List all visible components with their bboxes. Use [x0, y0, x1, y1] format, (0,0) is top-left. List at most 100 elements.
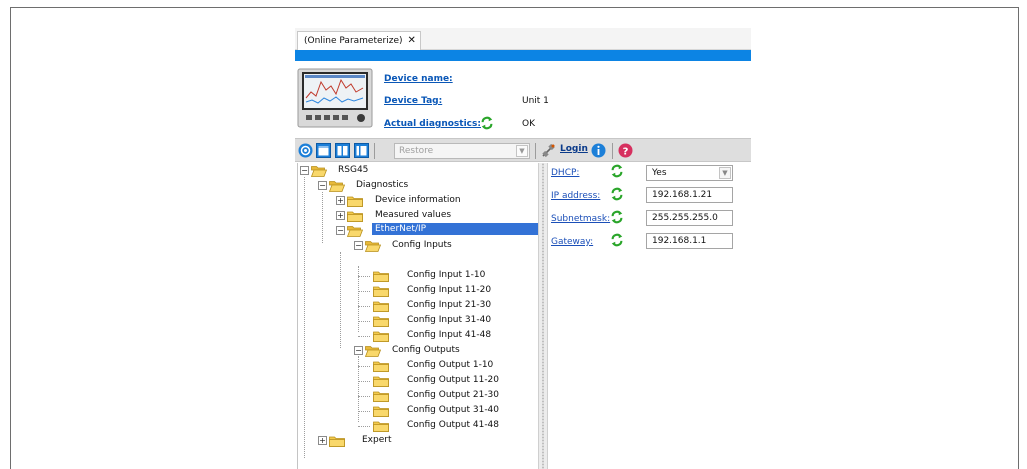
folder-open-icon: [347, 225, 363, 237]
tree-node-label: Expert: [362, 435, 392, 445]
tree-node-label: Config Input 41-48: [407, 330, 492, 340]
home-icon[interactable]: [298, 143, 313, 158]
tree-node-config-output[interactable]: Config Output 1-10: [298, 359, 538, 373]
subnetmask-value: 255.255.255.0: [652, 213, 718, 223]
folder-icon: [347, 210, 363, 222]
expand-icon[interactable]: +: [318, 436, 327, 445]
folder-icon: [373, 420, 389, 432]
help-icon[interactable]: ?: [618, 143, 633, 158]
collapse-icon[interactable]: −: [318, 181, 327, 190]
view-split-icon[interactable]: [335, 143, 350, 158]
login-link[interactable]: Login: [560, 144, 588, 154]
gateway-label[interactable]: Gateway:: [551, 237, 593, 247]
tree-node-label: Device information: [375, 195, 461, 205]
folder-icon: [373, 405, 389, 417]
ip-address-label[interactable]: IP address:: [551, 191, 600, 201]
refresh-icon[interactable]: [610, 210, 624, 224]
tree-node-config-input[interactable]: Config Input 31-40: [298, 314, 538, 328]
tree-node-config-input[interactable]: Config Input 11-20: [298, 284, 538, 298]
connect-icon[interactable]: [541, 143, 556, 158]
chevron-down-icon[interactable]: ▼: [719, 167, 731, 179]
expand-icon[interactable]: +: [336, 211, 345, 220]
diagnostics-status: OK: [522, 119, 535, 129]
tree-node-label: Config Inputs: [392, 240, 452, 250]
device-tag-value: Unit 1: [522, 96, 549, 106]
dhcp-label[interactable]: DHCP:: [551, 168, 579, 178]
folder-open-icon: [329, 180, 345, 192]
ip-address-value: 192.168.1.21: [652, 190, 713, 200]
view-single-icon[interactable]: [354, 143, 369, 158]
accent-bar: [295, 50, 751, 61]
folder-icon: [373, 390, 389, 402]
tree-node-label: Config Output 41-48: [407, 420, 500, 430]
toolbar-separator: [612, 143, 613, 159]
toolbar: Restore ▼ Login ?: [295, 138, 751, 162]
tree-node-label: Config Output 11-20: [407, 375, 500, 385]
expand-icon[interactable]: +: [336, 196, 345, 205]
gateway-value: 192.168.1.1: [652, 236, 707, 246]
folder-icon: [329, 435, 345, 447]
info-icon[interactable]: [591, 143, 606, 158]
tree-node-config-output[interactable]: Config Output 21-30: [298, 389, 538, 403]
splitter-grip: [542, 163, 544, 469]
tree-node-config-output[interactable]: Config Output 31-40: [298, 404, 538, 418]
restore-dropdown[interactable]: Restore ▼: [394, 143, 530, 159]
tab-strip: (Online Parameterize) ✕: [295, 28, 751, 50]
dhcp-select[interactable]: Yes ▼: [646, 165, 733, 181]
tree-node-label: Config Input 11-20: [407, 285, 492, 295]
folder-icon: [373, 330, 389, 342]
folder-icon: [347, 195, 363, 207]
refresh-icon[interactable]: [610, 187, 624, 201]
device-name-label[interactable]: Device name:: [384, 74, 453, 84]
tree-node-config-output[interactable]: Config Output 11-20: [298, 374, 538, 388]
close-icon[interactable]: ✕: [408, 35, 416, 46]
tab-label: (Online Parameterize): [304, 36, 403, 46]
refresh-icon[interactable]: [480, 116, 494, 130]
folder-open-icon: [365, 345, 381, 357]
tree-node-config-inputs[interactable]: − Config Inputs: [298, 239, 538, 253]
svg-text:?: ?: [623, 146, 629, 157]
tree-node-config-outputs[interactable]: − Config Outputs: [298, 344, 538, 358]
collapse-icon[interactable]: −: [336, 226, 345, 235]
gateway-field[interactable]: 192.168.1.1: [646, 233, 733, 249]
refresh-icon[interactable]: [610, 164, 624, 178]
tree-node-label: Config Output 31-40: [407, 405, 500, 415]
tree-node-rsg45[interactable]: − RSG45: [298, 164, 538, 178]
refresh-icon[interactable]: [610, 233, 624, 247]
folder-icon: [373, 375, 389, 387]
folder-icon: [373, 315, 389, 327]
tab-online-parameterize[interactable]: (Online Parameterize) ✕: [297, 31, 421, 50]
tree-node-label: Config Input 1-10: [407, 270, 486, 280]
navigation-tree: − RSG45 − Diagnostics + Device informati…: [297, 163, 538, 469]
tree-node-label: RSG45: [338, 165, 369, 175]
tree-node-label: EtherNet/IP: [372, 223, 538, 235]
subnetmask-label[interactable]: Subnetmask:: [551, 214, 610, 224]
tree-node-ethernet-ip[interactable]: − EtherNet/IP: [298, 223, 538, 238]
toolbar-separator: [374, 143, 375, 159]
actual-diagnostics-label: Actual diagnostics:: [384, 119, 481, 129]
subnetmask-field[interactable]: 255.255.255.0: [646, 210, 733, 226]
pane-splitter[interactable]: [538, 163, 548, 469]
view-icon[interactable]: [316, 143, 331, 158]
ip-address-field[interactable]: 192.168.1.21: [646, 187, 733, 203]
tree-node-config-input[interactable]: Config Input 1-10: [298, 269, 538, 283]
chevron-down-icon[interactable]: ▼: [516, 145, 528, 157]
device-tag-label[interactable]: Device Tag:: [384, 96, 442, 106]
collapse-icon[interactable]: −: [300, 166, 309, 175]
folder-open-icon: [365, 240, 381, 252]
actual-diagnostics-link[interactable]: Actual diagnostics:: [384, 119, 481, 129]
tree-node-expert[interactable]: + Expert: [298, 434, 538, 448]
collapse-icon[interactable]: −: [354, 346, 363, 355]
tree-node-measured-values[interactable]: + Measured values: [298, 209, 538, 223]
parameterize-window: (Online Parameterize) ✕ Device name: Devi…: [295, 28, 751, 469]
restore-placeholder: Restore: [399, 146, 434, 156]
tree-node-diagnostics[interactable]: − Diagnostics: [298, 179, 538, 193]
tree-node-label: Config Input 31-40: [407, 315, 492, 325]
tree-node-config-output[interactable]: Config Output 41-48: [298, 419, 538, 433]
folder-icon: [373, 270, 389, 282]
tree-node-config-input[interactable]: Config Input 21-30: [298, 299, 538, 313]
collapse-icon[interactable]: −: [354, 241, 363, 250]
tree-node-device-information[interactable]: + Device information: [298, 194, 538, 208]
tree-node-label: Config Input 21-30: [407, 300, 492, 310]
tree-node-config-input[interactable]: Config Input 41-48: [298, 329, 538, 343]
